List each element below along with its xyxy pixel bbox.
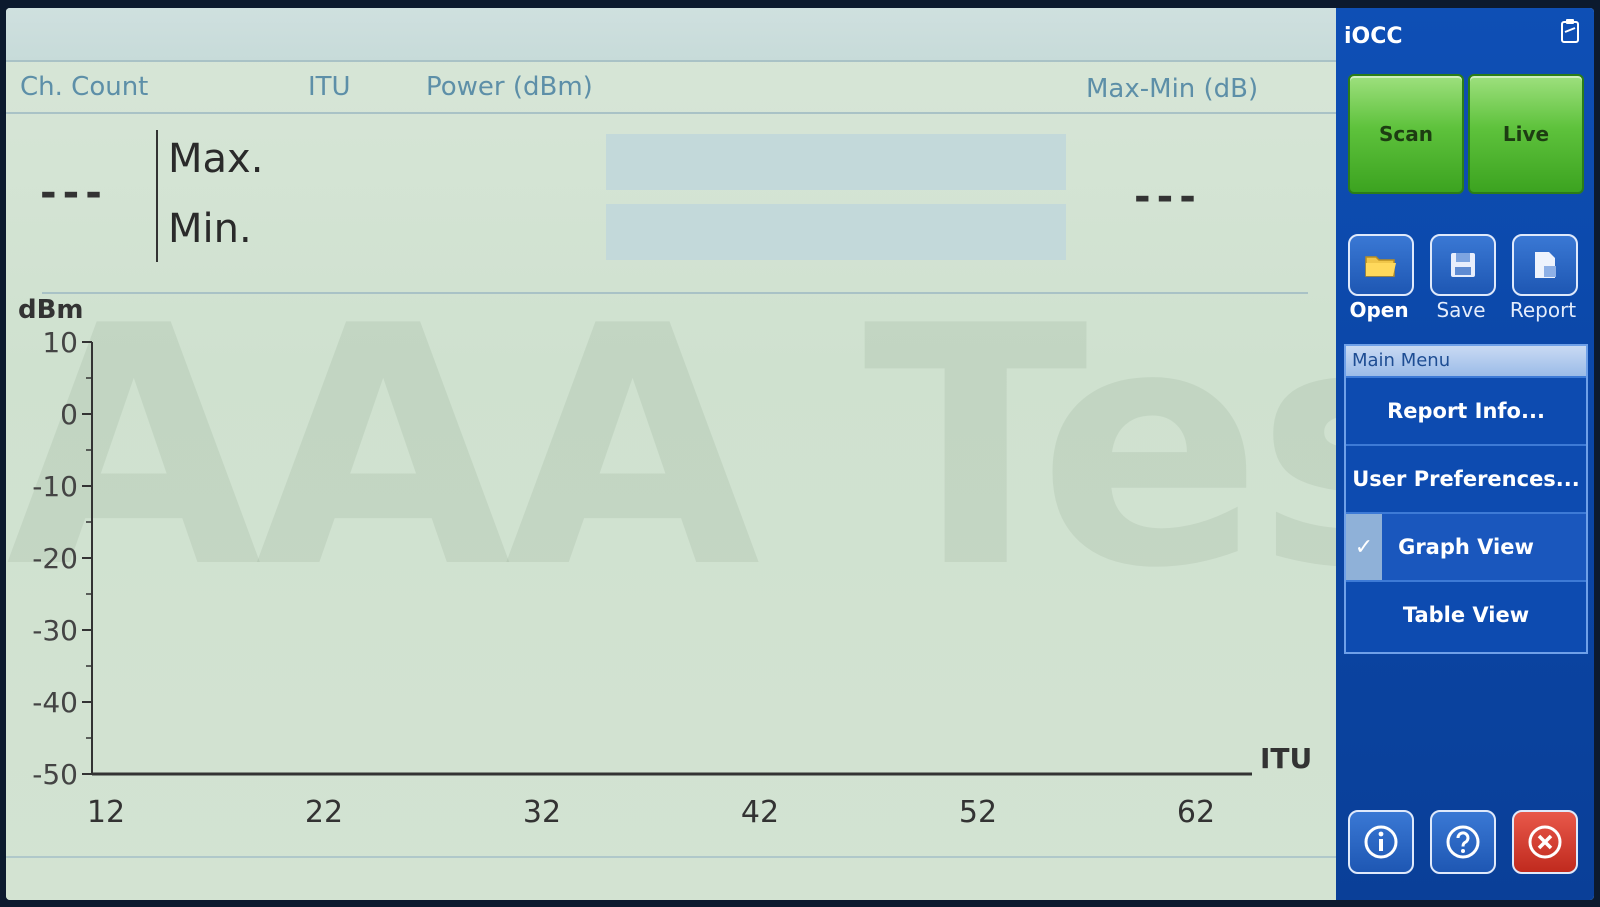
max-power-bar [606,134,1066,190]
side-panel: iOCC Scan Live Open Save Report Main Men… [1336,8,1594,900]
menu-item-table-view[interactable]: Table View [1346,580,1586,648]
summary-panel: --- Max. Min. --- [6,114,1336,292]
floppy-icon [1451,253,1475,277]
x-tick-label: 62 [1177,795,1215,830]
y-tick-label: -50 [32,758,78,791]
menu-item-label: Graph View [1398,535,1534,559]
y-tick-label: -10 [32,470,78,503]
y-axis-label: dBm [18,295,84,325]
max-label: Max. [168,136,264,182]
menu-item-graph-view[interactable]: ✓ Graph View [1346,512,1586,580]
menu-item-label: User Preferences... [1352,467,1580,491]
header-power: Power (dBm) [426,72,593,102]
device-screen: Ch. Count ITU Power (dBm) Max-Min (dB) -… [6,8,1594,900]
main-menu: Main Menu Report Info... User Preference… [1344,344,1588,654]
maxmin-value: --- [1134,174,1202,220]
x-tick-label: 52 [959,795,997,830]
open-label: Open [1349,298,1409,322]
x-tick-label: 42 [741,795,779,830]
bottom-divider [6,856,1336,858]
header-ch-count: Ch. Count [20,72,149,102]
save-button[interactable] [1430,234,1496,296]
check-icon: ✓ [1346,514,1382,580]
report-button[interactable] [1512,234,1578,296]
y-tick-label: 0 [60,398,78,431]
y-tick-label: -30 [32,614,78,647]
save-label: Save [1436,298,1486,322]
app-title: iOCC [1344,24,1403,49]
header-itu: ITU [308,72,351,102]
report-icon [1535,252,1556,278]
x-tick-label: 22 [305,795,343,830]
y-tick-label: 10 [42,326,78,359]
scan-button[interactable]: Scan [1348,74,1464,194]
summary-divider [156,130,158,262]
live-button[interactable]: Live [1468,74,1584,194]
help-icon [1446,825,1480,859]
info-icon [1364,825,1398,859]
menu-item-label: Report Info... [1387,399,1545,423]
x-axis-label: ITU [1260,742,1312,775]
min-label: Min. [168,206,252,252]
menu-item-report-info[interactable]: Report Info... [1346,376,1586,444]
x-tick-label: 12 [87,795,125,830]
y-tick-label: -40 [32,686,78,719]
main-menu-title: Main Menu [1346,346,1586,376]
folder-icon [1365,256,1396,277]
open-button[interactable] [1348,234,1414,296]
header-maxmin: Max-Min (dB) [1086,74,1259,104]
clipboard-icon[interactable] [1560,18,1580,44]
header-row: Ch. Count ITU Power (dBm) Max-Min (dB) [6,62,1336,114]
y-tick-label: -20 [32,542,78,575]
main-pane: Ch. Count ITU Power (dBm) Max-Min (dB) -… [6,8,1336,900]
menu-item-label: Table View [1402,603,1530,627]
top-bar [6,8,1336,62]
help-button[interactable] [1430,810,1496,874]
min-power-bar [606,204,1066,260]
close-icon [1528,825,1562,859]
channel-count-value: --- [40,170,108,216]
info-button[interactable] [1348,810,1414,874]
menu-item-user-preferences[interactable]: User Preferences... [1346,444,1586,512]
power-chart: dBm ITU 10 0 -10 -20 -30 -40 -50 12 22 32 42 52 62 [18,295,1312,830]
close-button[interactable] [1512,810,1578,874]
x-tick-label: 32 [523,795,561,830]
report-label: Report [1509,298,1577,322]
